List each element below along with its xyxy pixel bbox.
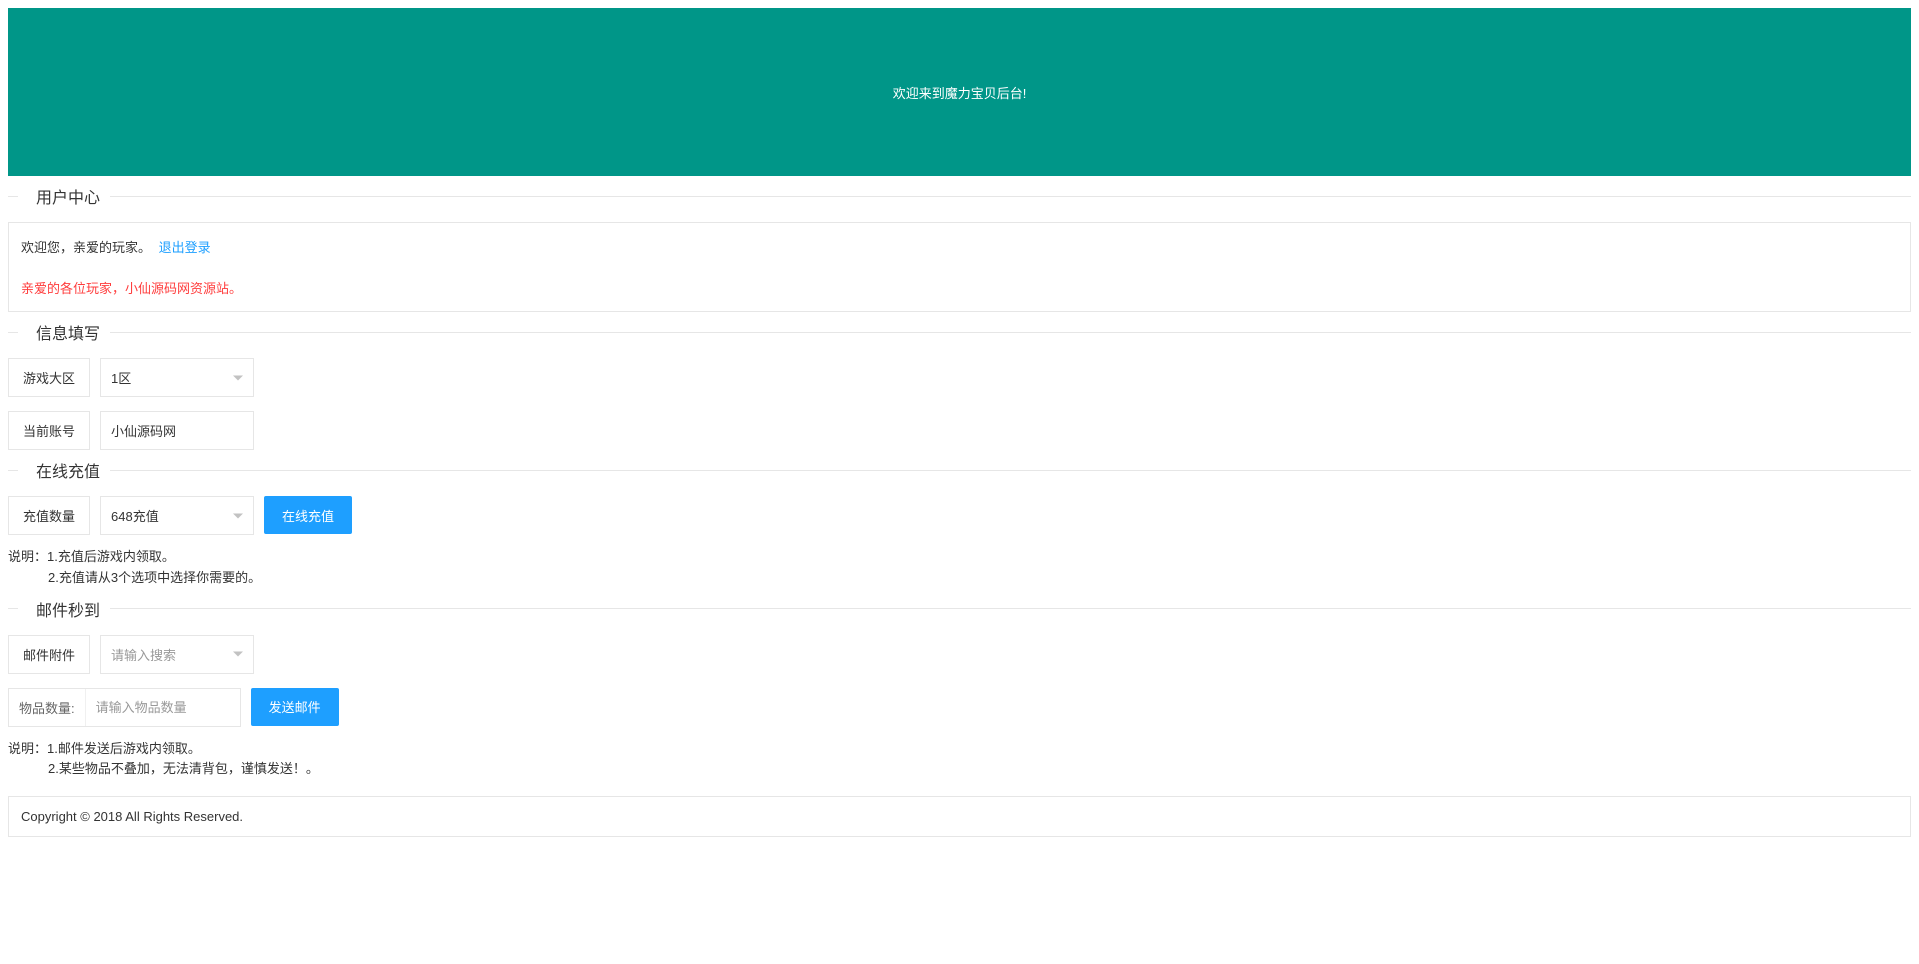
mail-qty-group: 物品数量: xyxy=(8,688,241,727)
recharge-amount-select[interactable]: 648充值 xyxy=(100,496,254,535)
account-label: 当前账号 xyxy=(8,411,90,450)
mail-desc-1: 1.邮件发送后游戏内领取。 xyxy=(47,741,201,756)
chevron-down-icon xyxy=(233,513,243,518)
copyright-text: Copyright © 2018 All Rights Reserved. xyxy=(21,809,243,824)
mail-section: 邮件秒到 邮件附件 请输入搜索 物品数量: 发送邮件 说明：1.邮件发送后游戏内… xyxy=(8,597,1911,781)
mail-qty-input[interactable] xyxy=(86,689,240,726)
mail-attach-label: 邮件附件 xyxy=(8,635,90,674)
send-mail-button[interactable]: 发送邮件 xyxy=(251,688,339,726)
banner-title: 欢迎来到魔力宝贝后台! xyxy=(893,83,1027,102)
account-input[interactable] xyxy=(100,411,254,450)
recharge-amount-label: 充值数量 xyxy=(8,496,90,535)
desc-prefix: 说明： xyxy=(8,741,47,756)
recharge-desc: 说明：1.充值后游戏内领取。 2.充值请从3个选项中选择你需要的。 xyxy=(8,547,1911,589)
mail-attach-select[interactable]: 请输入搜索 xyxy=(100,635,254,674)
header-banner: 欢迎来到魔力宝贝后台! xyxy=(8,8,1911,176)
user-center-section: 用户中心 欢迎您，亲爱的玩家。 退出登录 亲爱的各位玩家，小仙源码网资源站。 xyxy=(8,184,1911,312)
recharge-section: 在线充值 充值数量 648充值 在线充值 说明：1.充值后游戏内领取。 2.充值… xyxy=(8,458,1911,589)
recharge-button[interactable]: 在线充值 xyxy=(264,496,352,534)
mail-legend: 邮件秒到 xyxy=(18,597,110,621)
recharge-desc-1: 1.充值后游戏内领取。 xyxy=(47,549,175,564)
info-form-section: 信息填写 游戏大区 1区 当前账号 xyxy=(8,320,1911,450)
user-center-legend: 用户中心 xyxy=(18,184,110,208)
recharge-legend: 在线充值 xyxy=(18,458,110,482)
zone-label: 游戏大区 xyxy=(8,358,90,397)
chevron-down-icon xyxy=(233,652,243,657)
welcome-text: 欢迎您，亲爱的玩家。 xyxy=(21,240,151,255)
notice-text: 亲爱的各位玩家，小仙源码网资源站。 xyxy=(21,278,1898,297)
info-form-legend: 信息填写 xyxy=(18,320,110,344)
zone-select[interactable]: 1区 xyxy=(100,358,254,397)
chevron-down-icon xyxy=(233,375,243,380)
mail-qty-label: 物品数量: xyxy=(9,689,86,726)
mail-desc-2: 2.某些物品不叠加，无法清背包，谨慎发送！。 xyxy=(48,759,1911,780)
recharge-amount-value: 648充值 xyxy=(111,506,159,525)
desc-prefix: 说明： xyxy=(8,549,47,564)
welcome-box: 欢迎您，亲爱的玩家。 退出登录 亲爱的各位玩家，小仙源码网资源站。 xyxy=(8,222,1911,312)
zone-select-value: 1区 xyxy=(111,368,131,387)
mail-attach-placeholder: 请输入搜索 xyxy=(111,645,176,664)
footer: Copyright © 2018 All Rights Reserved. xyxy=(8,796,1911,837)
logout-link[interactable]: 退出登录 xyxy=(159,240,211,255)
mail-desc: 说明：1.邮件发送后游戏内领取。 2.某些物品不叠加，无法清背包，谨慎发送！。 xyxy=(8,739,1911,781)
recharge-desc-2: 2.充值请从3个选项中选择你需要的。 xyxy=(48,568,1911,589)
